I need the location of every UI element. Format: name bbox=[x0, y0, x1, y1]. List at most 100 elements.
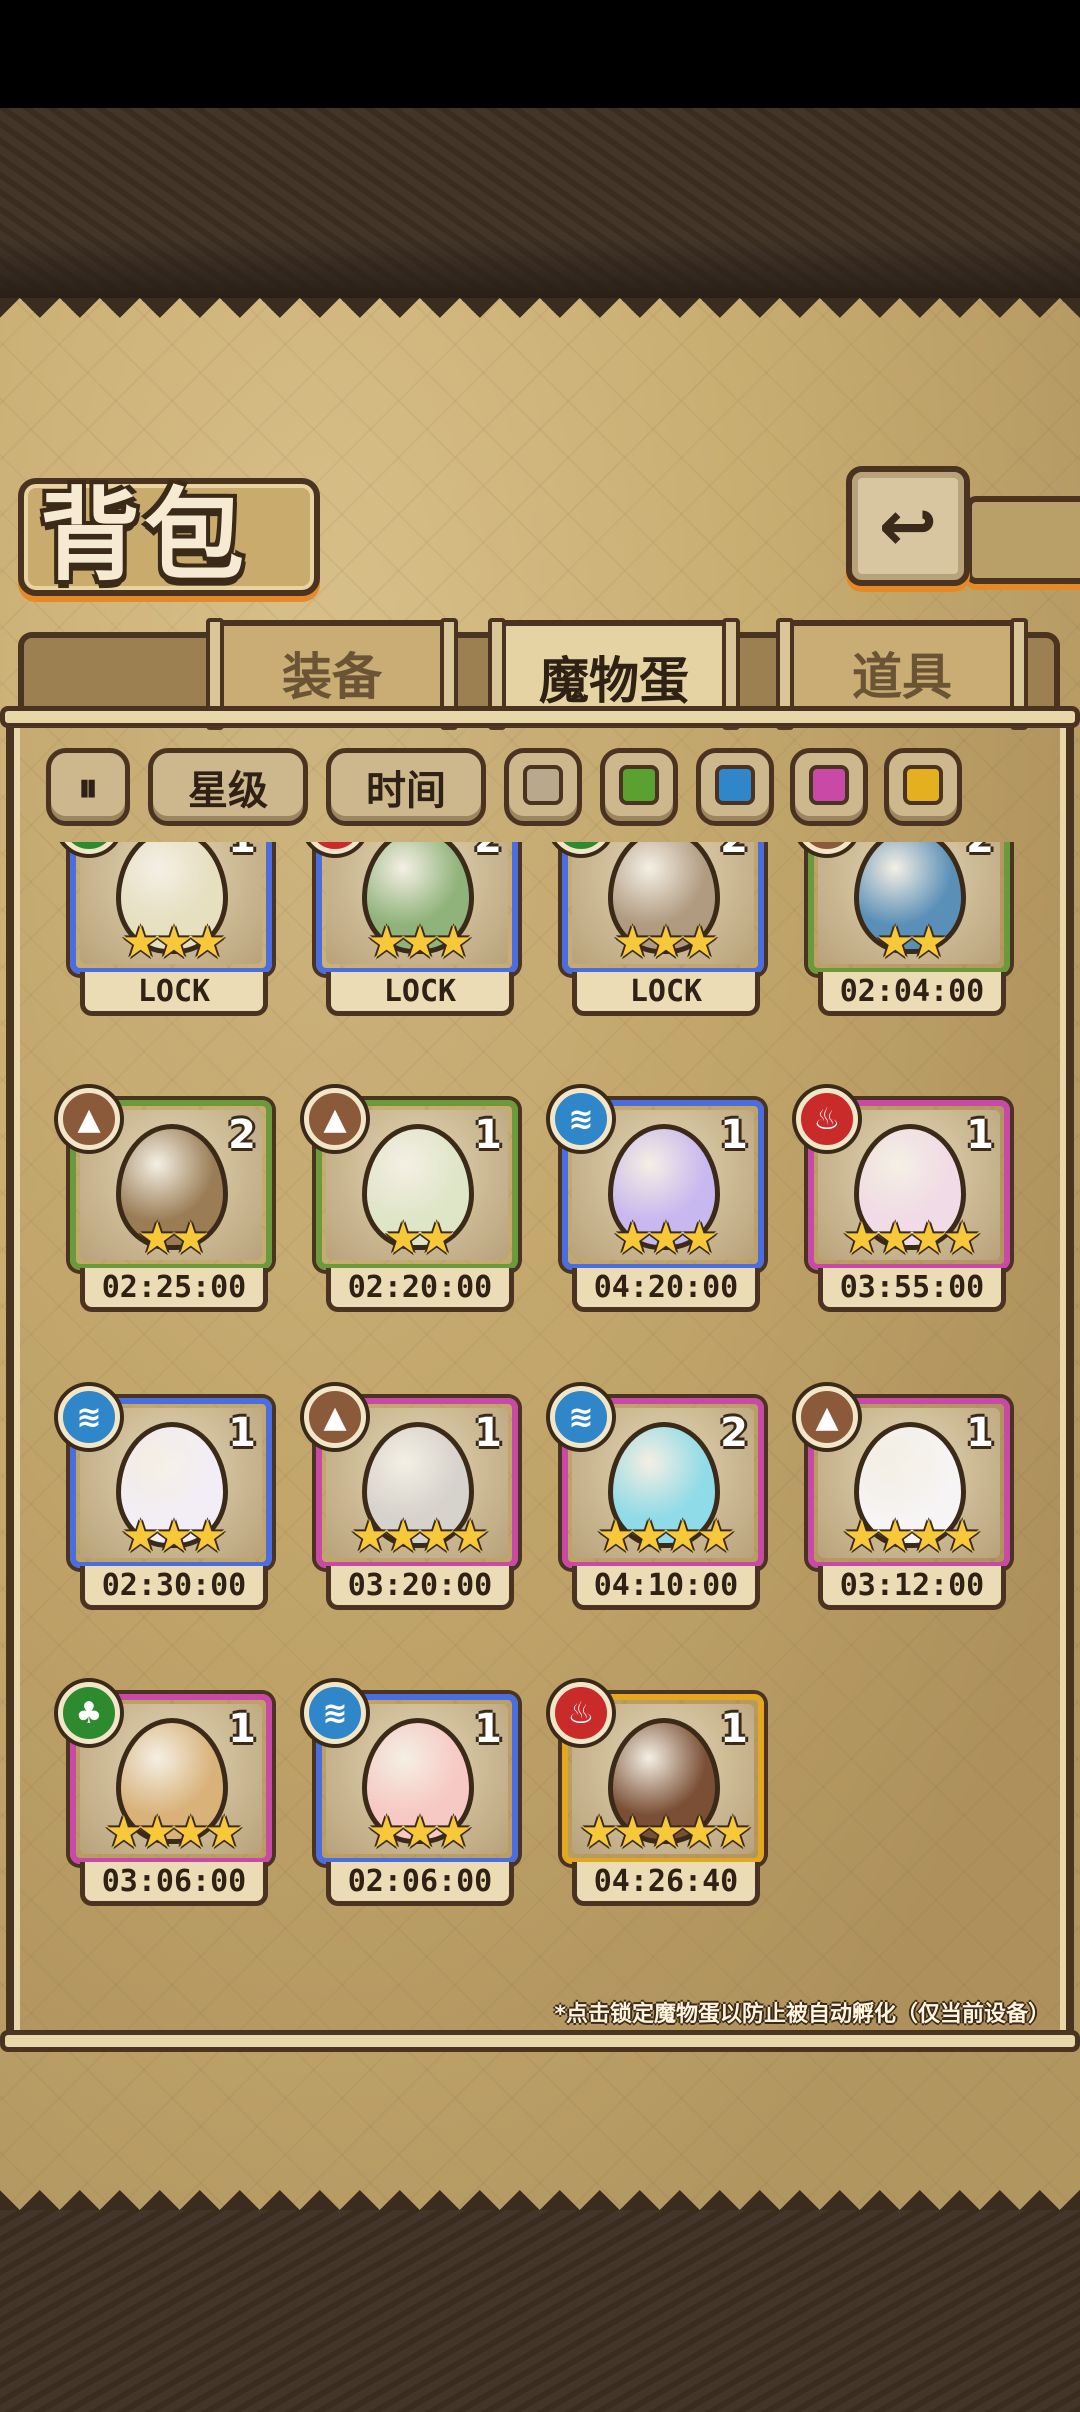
tab-equipment[interactable]: 装备 bbox=[206, 618, 458, 730]
water-element-icon: ≋ bbox=[550, 1386, 612, 1448]
egg-timer-label: LOCK bbox=[326, 972, 514, 1016]
egg-count: 2 bbox=[966, 842, 994, 862]
earth-element-icon: ▲ bbox=[58, 1088, 120, 1150]
egg-count: 2 bbox=[228, 1112, 256, 1158]
lock-hint-text: *点击锁定魔物蛋以防止被自动孵化（仅当前设备） bbox=[554, 2002, 1050, 2027]
tab-label: 道具 bbox=[852, 647, 952, 706]
leaf-element-icon: ♣ bbox=[58, 1682, 120, 1744]
egg-card[interactable]: 1 ★★★★ ♣ 03:06:00 bbox=[58, 1682, 272, 1906]
star-rating: ★★★★★ bbox=[579, 1807, 752, 1858]
egg-card[interactable]: 1 ★★ ▲ 02:20:00 bbox=[304, 1088, 518, 1312]
star-rating: ★★★ bbox=[612, 1213, 719, 1264]
water-element-icon: ≋ bbox=[304, 1682, 366, 1744]
egg-card-frame: 2 ★★ bbox=[808, 842, 1010, 974]
color-filter-button[interactable] bbox=[884, 748, 962, 826]
egg-timer-label: 04:10:00 bbox=[572, 1566, 760, 1610]
map-background-bottom bbox=[0, 2210, 1080, 2412]
status-bar bbox=[0, 0, 1080, 108]
egg-timer-label: 02:06:00 bbox=[326, 1862, 514, 1906]
egg-card[interactable]: 2 ★★ ▲ 02:25:00 bbox=[58, 1088, 272, 1312]
star-rating: ★★ bbox=[383, 1213, 457, 1264]
egg-timer-label: 04:26:40 bbox=[572, 1862, 760, 1906]
sort-by-time-button[interactable]: 时间 bbox=[326, 748, 486, 826]
water-element-icon: ≋ bbox=[550, 1088, 612, 1150]
egg-count: 1 bbox=[720, 1112, 748, 1158]
egg-card[interactable]: 2 ★★★★ ≋ 04:10:00 bbox=[550, 1386, 764, 1610]
tab-items[interactable]: 道具 bbox=[776, 618, 1028, 730]
egg-card[interactable]: 1 ★★★ ♣ LOCK bbox=[58, 842, 272, 1016]
egg-timer-label: 03:06:00 bbox=[80, 1862, 268, 1906]
color-filter-button[interactable] bbox=[600, 748, 678, 826]
color-swatch bbox=[809, 765, 849, 805]
torn-edge-bottom bbox=[0, 2150, 1080, 2210]
sort-by-star-button[interactable]: 星级 bbox=[148, 748, 308, 826]
egg-card[interactable]: 1 ★★★ ≋ 02:30:00 bbox=[58, 1386, 272, 1610]
egg-timer-label: 03:55:00 bbox=[818, 1268, 1006, 1312]
color-swatch bbox=[619, 765, 659, 805]
sort-by-time-label: 时间 bbox=[366, 767, 446, 814]
color-filter-button[interactable] bbox=[696, 748, 774, 826]
color-swatch bbox=[903, 765, 943, 805]
star-rating: ★★★ bbox=[120, 917, 227, 968]
egg-count: 2 bbox=[474, 842, 502, 862]
earth-element-icon: ▲ bbox=[796, 1386, 858, 1448]
color-filter-button[interactable] bbox=[504, 748, 582, 826]
star-rating: ★★★★ bbox=[842, 1213, 982, 1264]
egg-card[interactable]: 1 ★★★★★ ♨ 04:26:40 bbox=[550, 1682, 764, 1906]
egg-timer-label: 03:12:00 bbox=[818, 1566, 1006, 1610]
back-arrow-icon: ↩ bbox=[878, 485, 938, 567]
egg-count: 1 bbox=[228, 842, 256, 862]
star-rating: ★★★★ bbox=[842, 1511, 982, 1562]
egg-count: 1 bbox=[474, 1706, 502, 1752]
star-rating: ★★★★ bbox=[350, 1511, 490, 1562]
fire-element-icon: ♨ bbox=[796, 1088, 858, 1150]
torn-edge-top bbox=[0, 298, 1080, 338]
sort-by-star-label: 星级 bbox=[188, 767, 268, 814]
egg-card[interactable]: 2 ★★★ ♨ LOCK bbox=[304, 842, 518, 1016]
egg-count: 1 bbox=[474, 1112, 502, 1158]
fire-element-icon: ♨ bbox=[550, 1682, 612, 1744]
egg-timer-label: LOCK bbox=[80, 972, 268, 1016]
star-rating: ★★ bbox=[875, 917, 949, 968]
egg-timer-label: 04:20:00 bbox=[572, 1268, 760, 1312]
egg-card-frame: 1 ★★★ bbox=[70, 842, 272, 974]
egg-count: 1 bbox=[228, 1410, 256, 1456]
star-rating: ★★★ bbox=[366, 1807, 473, 1858]
egg-count: 1 bbox=[720, 1706, 748, 1752]
egg-card[interactable]: 1 ★★★★ ▲ 03:12:00 bbox=[796, 1386, 1010, 1610]
star-rating: ★★★★ bbox=[596, 1511, 736, 1562]
egg-card[interactable]: 1 ★★★ ≋ 04:20:00 bbox=[550, 1088, 764, 1312]
egg-count: 1 bbox=[228, 1706, 256, 1752]
tab-label: 装备 bbox=[282, 647, 382, 706]
sort-toggle-icon: ⏸ bbox=[78, 763, 98, 811]
egg-card[interactable]: 1 ★★★ ≋ 02:06:00 bbox=[304, 1682, 518, 1906]
star-rating: ★★★ bbox=[612, 917, 719, 968]
water-element-icon: ≋ bbox=[58, 1386, 120, 1448]
egg-timer-label: LOCK bbox=[572, 972, 760, 1016]
sort-order-button[interactable]: ⏸ bbox=[46, 748, 130, 826]
egg-card[interactable]: 2 ★★★ ♣ LOCK bbox=[550, 842, 764, 1016]
page-title: 背包 bbox=[40, 476, 248, 594]
tab-label: 魔物蛋 bbox=[539, 651, 689, 710]
back-button-bar bbox=[966, 496, 1080, 584]
egg-card[interactable]: 2 ★★ ▲ 02:04:00 bbox=[796, 842, 1010, 1016]
egg-timer-label: 03:20:00 bbox=[326, 1566, 514, 1610]
color-swatch bbox=[523, 765, 563, 805]
earth-element-icon: ▲ bbox=[304, 1088, 366, 1150]
egg-grid: 1 ★★★ ♣ LOCK 2 ★★★ ♨ LOCK 2 ★★★ ♣ LOCK 2… bbox=[30, 842, 1050, 1992]
egg-card-frame: 2 ★★★ bbox=[316, 842, 518, 974]
color-filter-button[interactable] bbox=[790, 748, 868, 826]
egg-timer-label: 02:20:00 bbox=[326, 1268, 514, 1312]
egg-count: 1 bbox=[966, 1410, 994, 1456]
map-background-top bbox=[0, 108, 1080, 298]
egg-card[interactable]: 1 ★★★★ ▲ 03:20:00 bbox=[304, 1386, 518, 1610]
back-button[interactable]: ↩ bbox=[846, 466, 970, 586]
panel-rail-bottom bbox=[0, 2030, 1080, 2052]
egg-timer-label: 02:25:00 bbox=[80, 1268, 268, 1312]
egg-card-frame: 2 ★★★ bbox=[562, 842, 764, 974]
egg-count: 2 bbox=[720, 1410, 748, 1456]
star-rating: ★★★ bbox=[366, 917, 473, 968]
egg-card[interactable]: 1 ★★★★ ♨ 03:55:00 bbox=[796, 1088, 1010, 1312]
star-rating: ★★★ bbox=[120, 1511, 227, 1562]
panel-rail-top bbox=[0, 706, 1080, 728]
